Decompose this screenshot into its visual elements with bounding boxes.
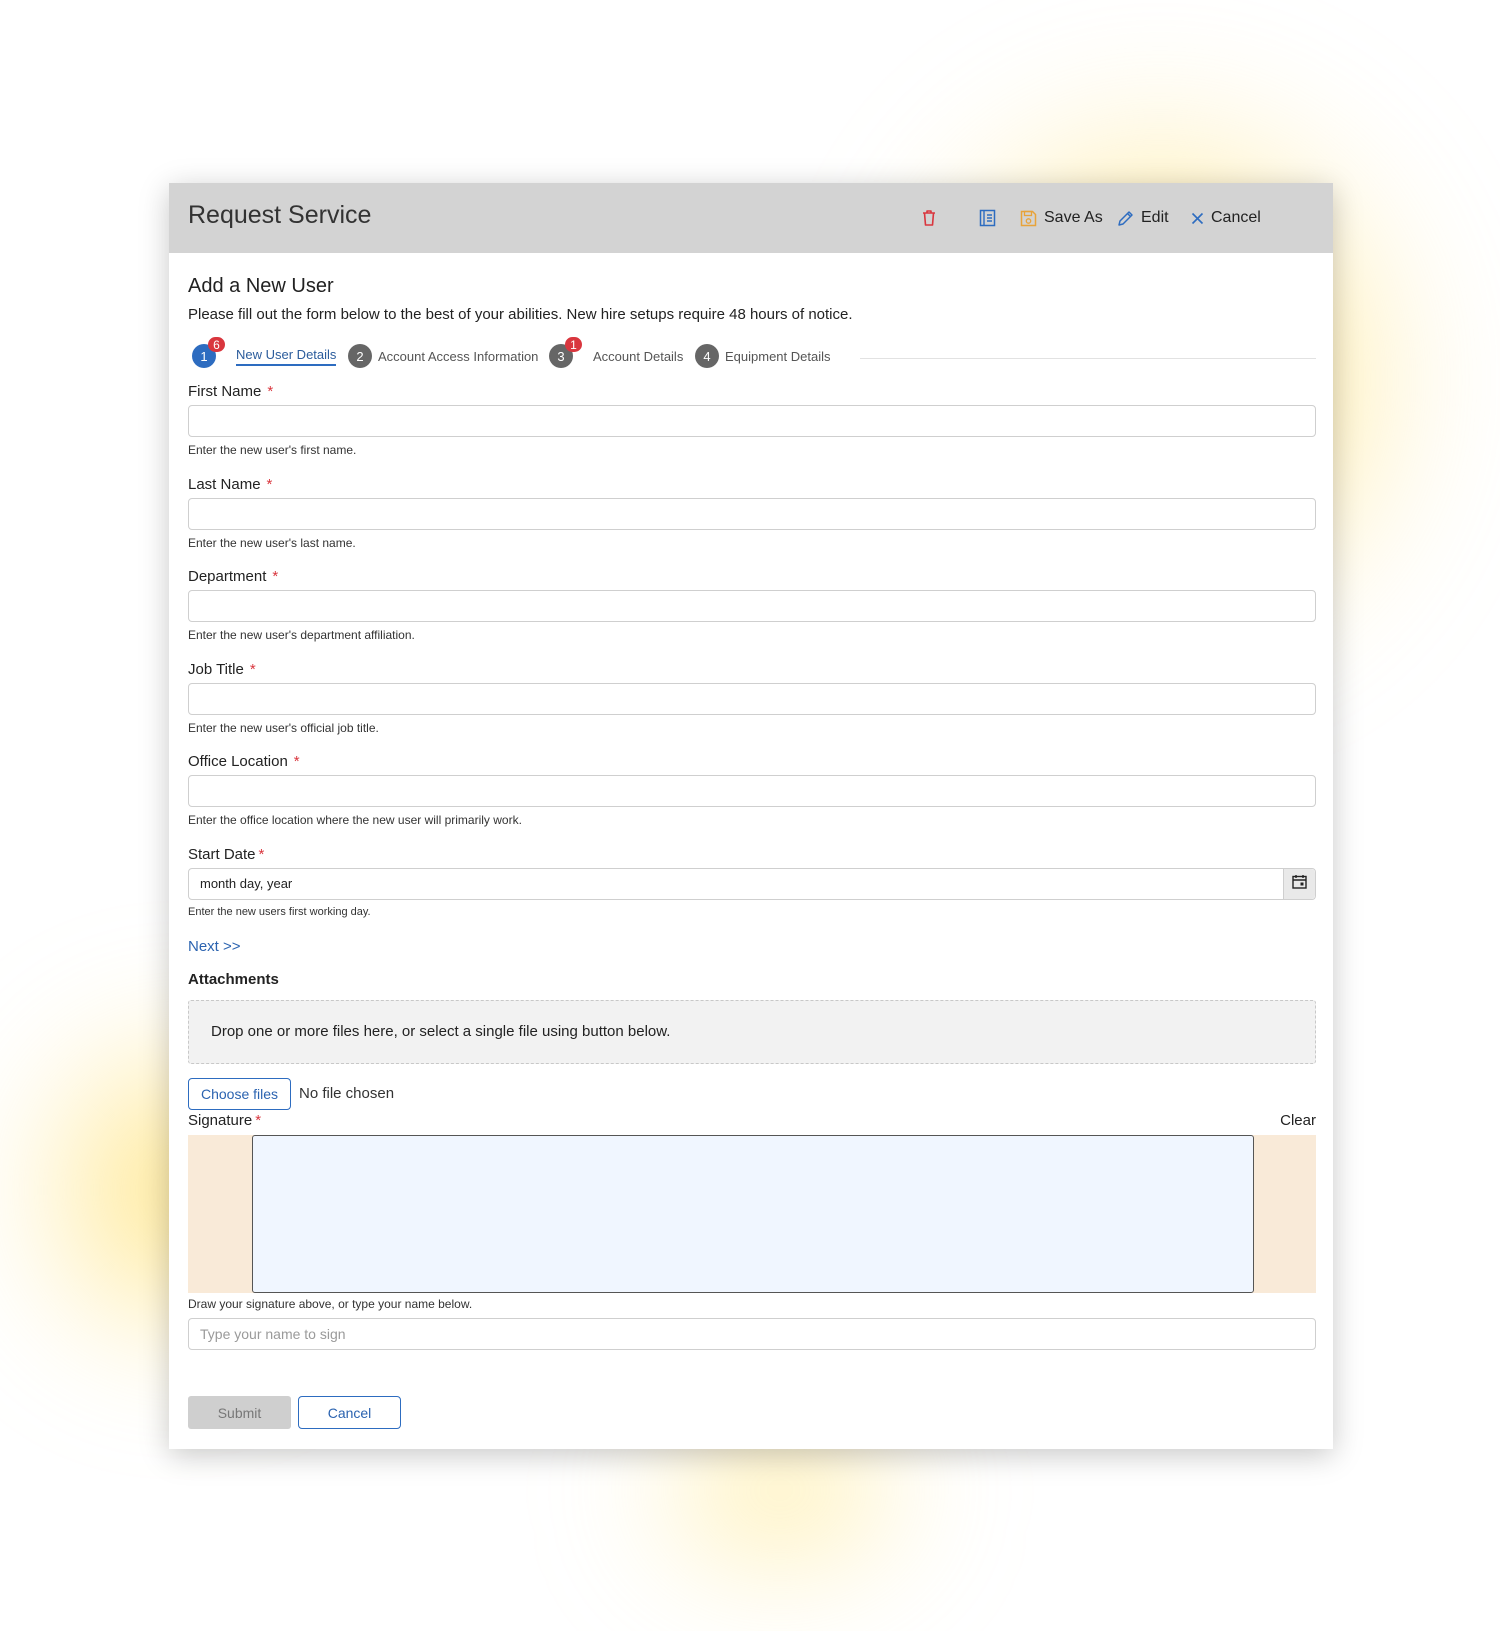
close-icon [1191,212,1204,225]
save-as-button[interactable]: Save As [1020,209,1103,227]
job-title-help: Enter the new user's official job title. [188,721,379,735]
step-label: New User Details [236,347,337,366]
next-step-link[interactable]: Next >> [188,938,241,955]
error-count-badge: 6 [208,337,225,352]
step-navigation: 1 6 New User Details 2 Account Access In… [188,337,1316,374]
signature-label: Signature * [188,1112,262,1129]
pencil-icon [1117,210,1134,227]
start-date-label: Start Date * [188,846,265,863]
cancel-header-button[interactable]: Cancel [1191,209,1261,227]
last-name-help: Enter the new user's last name. [188,536,356,550]
edit-label: Edit [1141,209,1169,226]
step-1-tab[interactable]: 1 6 New User Details [192,337,337,368]
office-location-help: Enter the office location where the new … [188,813,522,827]
step-number: 1 6 [192,337,225,368]
office-location-input[interactable] [188,775,1316,807]
form-heading: Add a New User [188,275,334,297]
signature-canvas[interactable] [252,1135,1254,1293]
job-title-input[interactable] [188,683,1316,715]
department-input[interactable] [188,590,1316,622]
typed-signature-input[interactable] [188,1318,1316,1350]
step-2-tab[interactable]: 2 Account Access Information [348,344,538,368]
department-help: Enter the new user's department affiliat… [188,628,415,642]
trash-icon [921,209,937,227]
department-label: Department * [188,568,279,585]
step-label: Account Details [593,348,684,364]
edit-button[interactable]: Edit [1117,209,1169,227]
delete-button[interactable] [921,209,937,227]
start-date-help: Enter the new users first working day. [188,906,371,918]
save-as-label: Save As [1044,209,1103,226]
first-name-input[interactable] [188,405,1316,437]
choose-files-button[interactable]: Choose files [188,1078,291,1110]
calendar-icon [1292,874,1307,894]
no-file-text: No file chosen [299,1085,395,1102]
dialog-header: Request Service Save As Edit Cancel [169,183,1333,253]
file-drop-zone[interactable]: Drop one or more files here, or select a… [188,1000,1316,1064]
submit-button[interactable]: Submit [188,1396,291,1429]
first-name-label: First Name * [188,383,274,400]
office-location-label: Office Location * [188,753,300,770]
form-icon [979,209,996,227]
signature-help: Draw your signature above, or type your … [188,1297,473,1311]
start-date-field[interactable]: month day, year [188,868,1316,900]
dialog-title: Request Service [188,201,372,229]
step-number: 3 1 [549,337,582,368]
signature-area [188,1135,1316,1293]
save-icon [1020,210,1037,227]
date-picker-button[interactable] [1283,869,1315,899]
step-3-tab[interactable]: 3 1 Account Details [549,337,684,368]
step-divider [860,358,1316,359]
start-date-value: month day, year [200,876,293,891]
drop-zone-text: Drop one or more files here, or select a… [211,1023,671,1040]
job-title-label: Job Title * [188,661,256,678]
view-form-button[interactable] [979,209,996,227]
cancel-button[interactable]: Cancel [298,1396,401,1429]
error-count-badge: 1 [565,337,582,352]
attachments-heading: Attachments [188,971,279,988]
step-label: Equipment Details [725,348,831,364]
form-intro: Please fill out the form below to the be… [188,306,853,323]
first-name-help: Enter the new user's first name. [188,443,357,457]
clear-signature-button[interactable]: Clear [1280,1112,1316,1129]
step-number: 4 [695,344,719,368]
step-number: 2 [348,344,372,368]
last-name-label: Last Name * [188,476,273,493]
step-label: Account Access Information [378,348,539,364]
cancel-label: Cancel [1211,209,1261,226]
step-4-tab[interactable]: 4 Equipment Details [695,344,831,368]
last-name-input[interactable] [188,498,1316,530]
request-service-dialog: Request Service Save As Edit Cancel Add … [169,183,1333,1449]
